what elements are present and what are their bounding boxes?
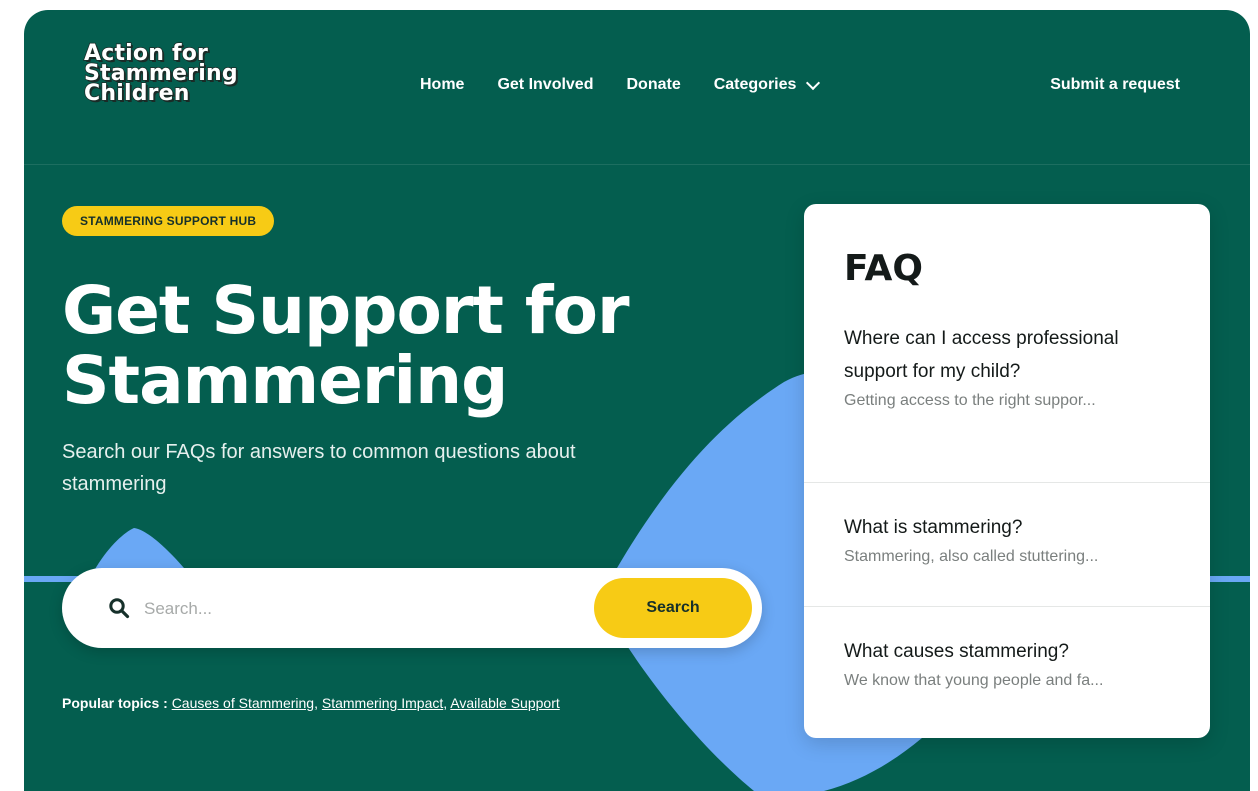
popular-topics: Popular topics : Causes of Stammering, S… — [62, 695, 560, 711]
chevron-down-icon — [806, 75, 821, 91]
faq-answer-preview: Stammering, also called stuttering... — [844, 548, 1099, 565]
nav-categories-label: Categories — [713, 76, 797, 93]
nav-home[interactable]: Home — [420, 76, 464, 94]
faq-question: Where can I access professional support … — [844, 328, 1119, 382]
nav-donate[interactable]: Donate — [626, 76, 680, 94]
nav-get-involved[interactable]: Get Involved — [497, 76, 593, 94]
popular-topics-label: Popular topics : — [62, 695, 168, 711]
faq-question: What causes stammering? — [844, 641, 1069, 662]
faq-answer-preview: We know that young people and fa... — [844, 672, 1104, 689]
site-header: Action for Stammering Children Home Get … — [24, 10, 1250, 165]
topic-impact-link[interactable]: Stammering Impact — [322, 695, 443, 711]
hub-badge: STAMMERING SUPPORT HUB — [62, 206, 275, 236]
logo-line-3: Children — [83, 81, 190, 106]
brand-logo[interactable]: Action for Stammering Children — [83, 42, 264, 134]
faq-answer-preview: Getting access to the right suppor... — [844, 392, 1096, 409]
faq-item[interactable]: What is stammering? Stammering, also cal… — [804, 511, 1210, 566]
faq-card: FAQ Where can I access professional supp… — [804, 204, 1210, 738]
search-icon — [109, 598, 130, 619]
faq-divider — [804, 482, 1210, 483]
hero-subtitle: Search our FAQs for answers to common qu… — [62, 441, 576, 495]
faq-item[interactable]: What causes stammering? We know that you… — [804, 635, 1210, 690]
search-bar: Search — [62, 568, 762, 648]
main-nav: Home Get Involved Donate Categories — [420, 75, 821, 94]
faq-item[interactable]: Where can I access professional support … — [804, 322, 1210, 410]
topic-support-link[interactable]: Available Support — [450, 695, 559, 711]
topic-causes-link[interactable]: Causes of Stammering — [172, 695, 314, 711]
faq-divider — [804, 606, 1210, 607]
page-frame: Action for Stammering Children Home Get … — [24, 10, 1250, 791]
hero-title: Get Support for Stammering — [62, 272, 630, 419]
submit-request-link[interactable]: Submit a request — [1050, 76, 1180, 94]
faq-question: What is stammering? — [844, 517, 1023, 538]
search-button[interactable]: Search — [594, 578, 752, 638]
search-input[interactable] — [142, 588, 566, 630]
nav-categories[interactable]: Categories — [713, 75, 821, 94]
faq-title: FAQ — [844, 248, 923, 289]
